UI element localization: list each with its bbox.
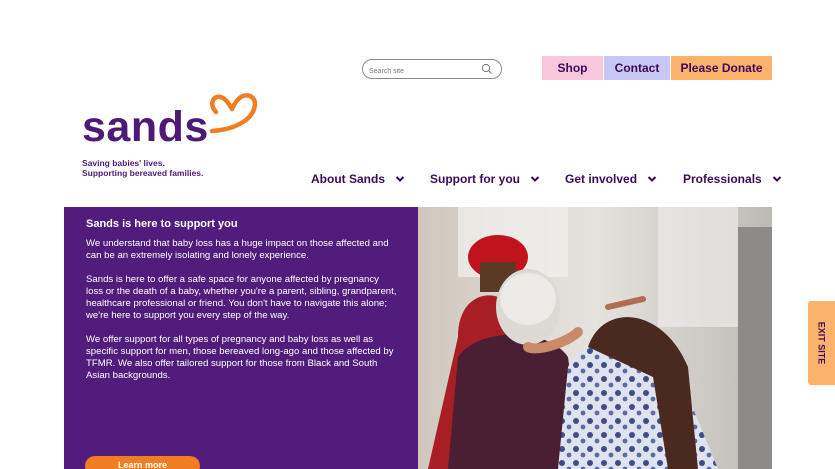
- chevron-down-icon: [395, 176, 405, 182]
- nav-label: Professionals: [683, 172, 762, 186]
- hero-photo-illustration: [418, 207, 772, 469]
- hero-paragraph-2: Sands is here to offer a safe space for …: [86, 274, 397, 321]
- search-box[interactable]: [362, 59, 502, 81]
- chevron-down-icon: [530, 176, 540, 182]
- nav-label: Support for you: [430, 172, 520, 186]
- hero-paragraph-3: We offer support for all types of pregna…: [86, 334, 394, 381]
- donate-button[interactable]: Please Donate: [671, 56, 772, 80]
- contact-button[interactable]: Contact: [604, 56, 670, 80]
- exit-site-label: EXIT SITE: [816, 321, 827, 365]
- nav-label: Get involved: [565, 172, 638, 186]
- tagline-line-2: Supporting bereaved families.: [82, 168, 204, 178]
- hero-panel: Sands is here to support you We understa…: [64, 207, 418, 469]
- exit-site-button[interactable]: EXIT SITE: [808, 301, 835, 385]
- tagline-line-1: Saving babies' lives.: [82, 158, 165, 168]
- logo-wordmark: sands: [82, 103, 209, 151]
- sands-logo[interactable]: sands: [82, 90, 272, 150]
- nav-about-sands[interactable]: About Sands: [311, 171, 405, 187]
- shop-button[interactable]: Shop: [542, 56, 603, 80]
- search-input[interactable]: [363, 62, 473, 81]
- learn-more-button[interactable]: Learn more: [85, 456, 200, 469]
- nav-support-for-you[interactable]: Support for you: [430, 171, 540, 187]
- nav-get-involved[interactable]: Get involved: [565, 171, 657, 187]
- chevron-down-icon: [647, 176, 657, 182]
- hero-photo: [418, 207, 772, 469]
- heart-logo-icon: [209, 93, 258, 134]
- hero-title: Sands is here to support you: [86, 218, 238, 230]
- search-icon[interactable]: [481, 63, 493, 75]
- hero-paragraph-1: We understand that baby loss has a huge …: [86, 238, 389, 261]
- nav-professionals[interactable]: Professionals: [683, 171, 782, 187]
- logo-tagline: Saving babies' lives. Supporting bereave…: [82, 158, 203, 178]
- chevron-down-icon: [772, 176, 781, 182]
- nav-label: About Sands: [311, 172, 385, 186]
